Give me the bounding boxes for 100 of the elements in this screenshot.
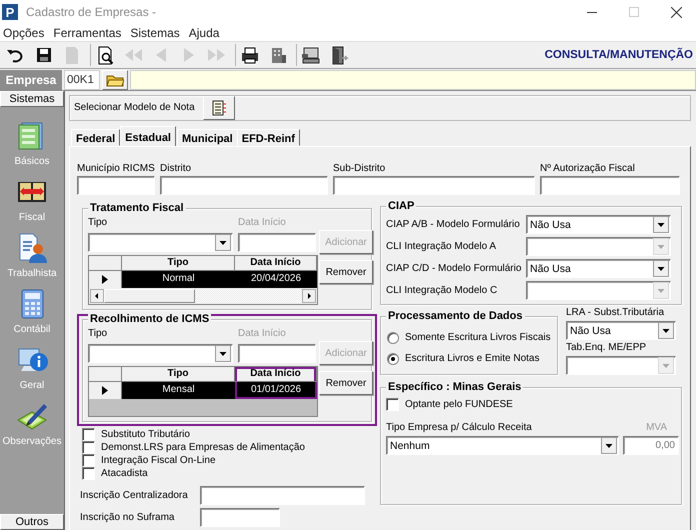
field-label: CLI Integração Modelo A xyxy=(386,240,498,252)
scroll-left-icon xyxy=(90,289,104,303)
field-label: CIAP A/B - Modelo Formulário xyxy=(386,218,521,230)
column-header: Data Início xyxy=(235,256,317,271)
computer-icon xyxy=(300,45,322,65)
remove-button[interactable]: Remover xyxy=(319,260,373,284)
caret-icon xyxy=(601,437,617,454)
caret-icon xyxy=(215,344,231,362)
tab[interactable]: Municipal xyxy=(177,129,238,146)
row-pointer-icon xyxy=(102,386,108,395)
field-label: CIAP C/D - Modelo Formulário xyxy=(386,262,522,274)
input-field[interactable] xyxy=(77,176,155,195)
menu-item[interactable]: Sistemas xyxy=(127,26,186,40)
radio-button[interactable] xyxy=(387,352,399,364)
column-header: Tipo xyxy=(122,367,235,382)
dropdown[interactable]: Não Usa xyxy=(566,321,676,340)
checkbox-label: Demonst.LRS para Empresas de Alimentação xyxy=(101,442,305,454)
menu-item[interactable]: Opções xyxy=(0,26,50,40)
checkbox-label: Atacadista xyxy=(101,468,148,480)
app-logo: P xyxy=(2,4,18,20)
table-cell-text: Mensal xyxy=(161,383,196,397)
checkbox[interactable] xyxy=(82,441,95,454)
field-label: Nº Autorização Fiscal xyxy=(540,163,636,175)
tab[interactable]: Estadual xyxy=(120,126,176,146)
field-label: LRA - Subst.Tributária xyxy=(566,307,666,319)
menu-item[interactable]: Ferramentas xyxy=(50,26,128,40)
radio-label: Escritura Livros e Emite Notas xyxy=(405,352,540,364)
menu-item[interactable]: Ajuda xyxy=(186,26,226,40)
dropdown[interactable] xyxy=(88,344,233,362)
column-header: Data Início xyxy=(235,367,317,382)
remove-button[interactable]: Remover xyxy=(319,371,373,395)
scroll-thumb[interactable] xyxy=(104,289,196,303)
field-label: Data Início xyxy=(238,217,287,229)
table-cell: 01/01/2026 xyxy=(235,382,317,399)
checkbox-label: Optante pelo FUNDESE xyxy=(405,398,513,410)
scroll-right-icon xyxy=(302,289,316,303)
caret-icon xyxy=(215,234,231,250)
checkbox[interactable] xyxy=(386,398,399,411)
input-field[interactable] xyxy=(540,176,680,195)
input-field[interactable] xyxy=(200,508,280,527)
checkbox[interactable] xyxy=(82,454,95,467)
input-field[interactable] xyxy=(200,486,365,505)
table-row[interactable]: Normal 20/04/2026 xyxy=(89,271,317,288)
mode-label: CONSULTA/MANUTENÇÃO xyxy=(544,49,693,61)
input-field[interactable] xyxy=(160,176,328,195)
table-row[interactable]: Mensal 01/01/2026 xyxy=(89,382,317,399)
checkbox-label: Substituto Tributário xyxy=(101,428,190,440)
input-field[interactable] xyxy=(333,176,535,195)
printer-icon xyxy=(239,45,261,65)
data-grid[interactable]: Tipo Data Início Normal 20/04/2026 xyxy=(88,255,318,305)
radio-button[interactable] xyxy=(387,332,399,344)
close-icon[interactable] xyxy=(671,6,682,18)
scrollbar[interactable] xyxy=(89,288,317,304)
data-grid[interactable]: Tipo Data Início Mensal 01/01/2026 xyxy=(88,366,318,417)
open-button[interactable] xyxy=(102,70,128,90)
tab[interactable]: EFD-Reinf xyxy=(236,129,300,146)
list-icon xyxy=(210,100,227,116)
row-pointer-icon xyxy=(102,275,108,284)
sidebar-header[interactable]: Sistemas xyxy=(0,91,64,107)
tab[interactable]: Federal xyxy=(71,129,120,146)
field-label: Inscrição no Suframa xyxy=(80,512,176,524)
checkbox[interactable] xyxy=(82,467,95,480)
dropdown[interactable]: Não Usa xyxy=(526,215,671,234)
table-header xyxy=(89,367,122,382)
caret-icon xyxy=(653,238,669,255)
checkbox[interactable] xyxy=(82,428,95,441)
field-label: CLI Integração Modelo C xyxy=(386,284,498,296)
field-label: Empresa xyxy=(0,70,62,90)
field-label: Tipo xyxy=(88,217,108,229)
table-cell-text: Normal xyxy=(161,272,196,286)
checkbox-label: Integração Fiscal On-Line xyxy=(101,454,216,466)
caret-icon xyxy=(653,216,669,233)
field-label: Sub-Distrito xyxy=(333,163,386,175)
input-field[interactable] xyxy=(238,232,316,252)
caret-icon xyxy=(653,260,669,277)
caret-icon xyxy=(653,282,669,299)
caret-icon xyxy=(658,357,674,374)
table-header xyxy=(89,256,122,271)
field-label: Tipo Empresa p/ Cálculo Receita xyxy=(386,422,533,434)
field-label: Tab.Enq. ME/EPP xyxy=(566,342,648,354)
input-field[interactable] xyxy=(130,70,696,90)
input-field[interactable] xyxy=(238,344,316,362)
dropdown[interactable] xyxy=(88,232,233,252)
column-header: Tipo xyxy=(122,256,235,271)
field-label: Município RICMS xyxy=(77,163,155,175)
folder-icon xyxy=(106,72,124,86)
field-label: Selecionar Modelo de Nota xyxy=(74,102,195,114)
field-label: Distrito xyxy=(160,163,192,175)
group-title: Específico : Minas Gerais xyxy=(386,381,524,394)
window-title: Cadastro de Empresas - xyxy=(26,5,158,19)
radio-label: Somente Escritura Livros Fiscais xyxy=(405,332,551,344)
dropdown[interactable]: Nenhum xyxy=(386,436,619,455)
dropdown[interactable]: Não Usa xyxy=(526,259,671,278)
caret-icon xyxy=(658,322,674,339)
sidebar-footer[interactable]: Outros xyxy=(0,514,64,530)
field-label: Data Início xyxy=(238,328,287,340)
select-model-button[interactable] xyxy=(202,96,235,120)
field-label: MVA xyxy=(645,422,668,434)
table-cell-text: 20/04/2026 xyxy=(250,272,302,286)
input-field[interactable]: 00K1 xyxy=(64,70,100,90)
